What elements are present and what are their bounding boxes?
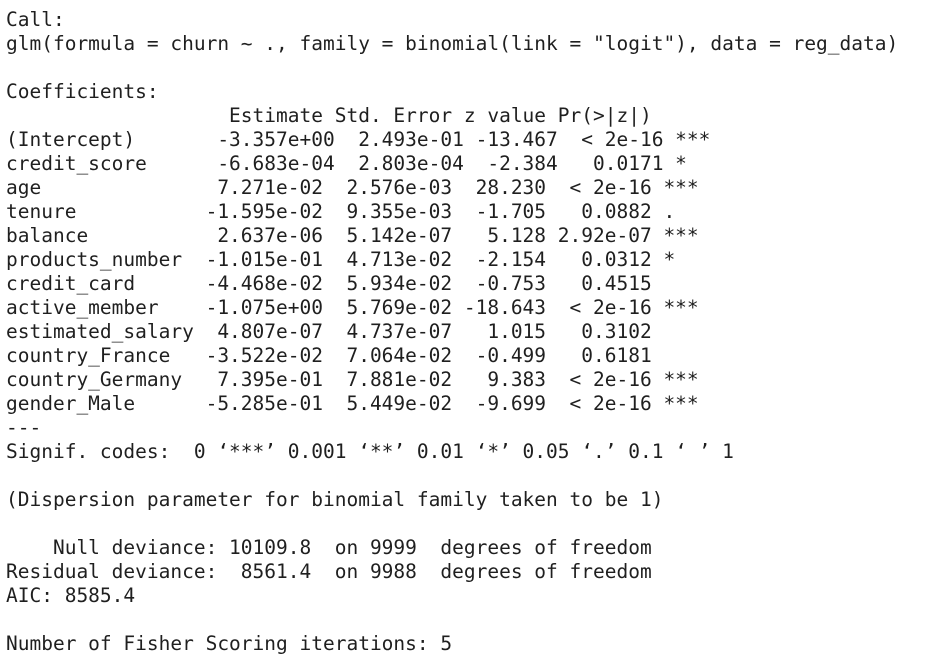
call-text: glm(formula = churn ~ ., family = binomi… bbox=[6, 32, 899, 55]
coefficient-row: balance 2.637e-06 5.142e-07 5.128 2.92e-… bbox=[6, 224, 699, 247]
coefficient-row: products_number -1.015e-01 4.713e-02 -2.… bbox=[6, 248, 699, 271]
dispersion-note: (Dispersion parameter for binomial famil… bbox=[6, 488, 664, 511]
coefficient-row: age 7.271e-02 2.576e-03 28.230 < 2e-16 *… bbox=[6, 176, 699, 199]
coefficient-row: gender_Male -5.285e-01 5.449e-02 -9.699 … bbox=[6, 392, 699, 415]
coefficient-row: tenure -1.595e-02 9.355e-03 -1.705 0.088… bbox=[6, 200, 699, 223]
separator-line: --- bbox=[6, 416, 42, 439]
coefficient-row: (Intercept) -3.357e+00 2.493e-01 -13.467… bbox=[6, 128, 711, 151]
coefficients-header: Coefficients: bbox=[6, 80, 159, 103]
coefficient-row: credit_score -6.683e-04 2.803e-04 -2.384… bbox=[6, 152, 711, 175]
call-header: Call: bbox=[6, 8, 65, 31]
coefficient-row: active_member -1.075e+00 5.769e-02 -18.6… bbox=[6, 296, 699, 319]
coefficients-table-header: Estimate Std. Error z value Pr(>|z|) bbox=[6, 104, 699, 127]
aic-line: AIC: 8585.4 bbox=[6, 584, 136, 607]
null-deviance-line: Null deviance: 10109.8 on 9999 degrees o… bbox=[6, 536, 652, 559]
fisher-iterations-line: Number of Fisher Scoring iterations: 5 bbox=[6, 632, 453, 655]
significance-codes: Signif. codes: 0 ‘***’ 0.001 ‘**’ 0.01 ‘… bbox=[6, 440, 734, 463]
coefficient-row: country_Germany 7.395e-01 7.881e-02 9.38… bbox=[6, 368, 699, 391]
residual-deviance-line: Residual deviance: 8561.4 on 9988 degree… bbox=[6, 560, 652, 583]
coefficient-row: country_France -3.522e-02 7.064e-02 -0.4… bbox=[6, 344, 699, 367]
r-console-output: Call: glm(formula = churn ~ ., family = b… bbox=[6, 8, 898, 656]
coefficient-row: credit_card -4.468e-02 5.934e-02 -0.753 … bbox=[6, 272, 699, 295]
coefficient-row: estimated_salary 4.807e-07 4.737e-07 1.0… bbox=[6, 320, 699, 343]
